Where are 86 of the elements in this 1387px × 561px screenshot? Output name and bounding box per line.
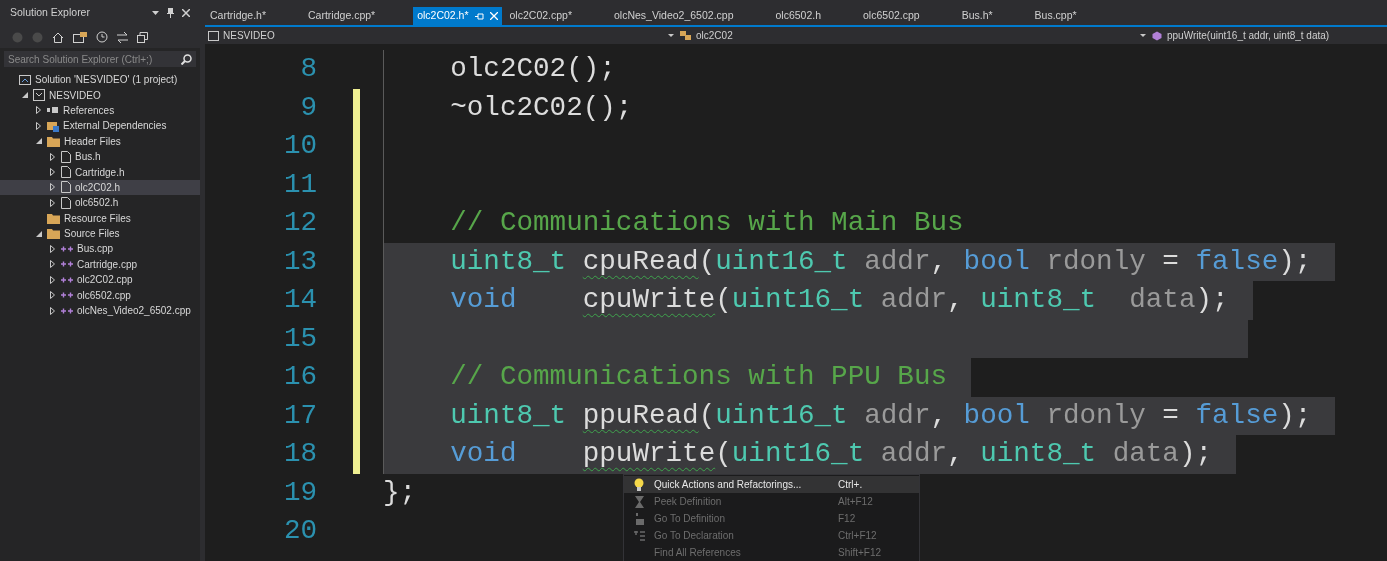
folder-icon bbox=[47, 228, 60, 240]
close-icon[interactable] bbox=[182, 9, 190, 17]
declaration-icon bbox=[633, 530, 645, 541]
solution-icon bbox=[19, 73, 31, 86]
file-icon bbox=[61, 150, 71, 163]
file-icon bbox=[61, 181, 71, 194]
collapse-all-icon[interactable] bbox=[137, 31, 148, 43]
cpp-file-icon bbox=[61, 246, 73, 252]
line-number: 15 bbox=[282, 321, 317, 356]
pin-icon[interactable] bbox=[474, 12, 484, 20]
editor-tab[interactable]: Cartridge.h* bbox=[206, 7, 271, 25]
tree-item[interactable]: Bus.cpp bbox=[0, 241, 200, 257]
tree-item[interactable]: olc2C02.h bbox=[0, 179, 200, 196]
folder-icon bbox=[47, 135, 60, 147]
line-number: 12 bbox=[282, 206, 317, 240]
code-line: ~olc2C02(); bbox=[449, 90, 634, 125]
class-icon bbox=[680, 30, 692, 41]
line-number: 17 bbox=[282, 398, 317, 433]
project-dropdown[interactable]: NESVIDEO bbox=[205, 27, 677, 44]
sync-view-icon[interactable] bbox=[73, 31, 87, 43]
home-icon[interactable] bbox=[52, 31, 64, 43]
line-number: 9 bbox=[299, 90, 317, 125]
editor-tab[interactable]: Bus.h* bbox=[957, 7, 997, 25]
lightbulb-icon bbox=[634, 477, 644, 492]
menu-item[interactable]: Quick Actions and Refactorings... Ctrl+. bbox=[624, 476, 919, 493]
sync-arrows-icon[interactable] bbox=[117, 31, 128, 43]
expanded-arrow-icon[interactable] bbox=[35, 138, 42, 145]
dependencies-icon bbox=[47, 119, 59, 132]
method-icon bbox=[1152, 30, 1162, 41]
line-number: 11 bbox=[282, 167, 317, 202]
code-line: // Communications with Main Bus bbox=[449, 206, 965, 240]
search-icon[interactable] bbox=[181, 53, 192, 65]
cpp-file-icon bbox=[61, 292, 73, 299]
dropdown-icon bbox=[1140, 34, 1146, 37]
line-number: 16 bbox=[282, 360, 317, 394]
references-icon bbox=[47, 106, 59, 115]
editor-tab[interactable]: olc2C02.cpp* bbox=[505, 7, 576, 25]
tree-item[interactable]: NESVIDEO bbox=[0, 87, 200, 103]
folder-icon bbox=[47, 212, 60, 224]
tree-item[interactable]: olc2C02.cpp bbox=[0, 272, 200, 288]
line-number: 20 bbox=[282, 514, 317, 548]
cpp-file-icon bbox=[61, 261, 73, 268]
file-icon bbox=[61, 196, 71, 209]
editor-tab[interactable]: olc6502.cpp bbox=[859, 7, 924, 25]
scope-dropdown[interactable]: olc2C02 bbox=[677, 27, 1149, 44]
editor-tab[interactable]: olc2C02.h* bbox=[413, 7, 502, 25]
editor-tab[interactable]: olcNes_Video2_6502.cpp bbox=[610, 7, 738, 25]
search-field[interactable]: Search Solution Explorer (Ctrl+;) bbox=[4, 51, 196, 67]
line-number: 14 bbox=[282, 283, 317, 317]
tree-item[interactable]: Cartridge.cpp bbox=[0, 256, 200, 273]
tree-item[interactable]: Solution 'NESVIDEO' (1 project) bbox=[0, 72, 200, 88]
line-number: 8 bbox=[299, 52, 317, 86]
tree-item[interactable]: External Dependencies bbox=[0, 118, 200, 134]
member-dropdown[interactable]: ppuWrite(uint16_t addr, uint8_t data) bbox=[1149, 27, 1387, 44]
project-icon bbox=[208, 30, 219, 41]
dropdown-icon bbox=[668, 34, 674, 37]
code-line: }; bbox=[383, 475, 418, 510]
expanded-arrow-icon[interactable] bbox=[21, 92, 28, 99]
line-number: 13 bbox=[282, 244, 317, 279]
cpp-file-icon bbox=[61, 307, 73, 314]
tree-item[interactable]: olc6502.h bbox=[0, 195, 200, 211]
tree-item[interactable]: Source Files bbox=[0, 225, 200, 242]
history-icon[interactable] bbox=[96, 31, 108, 43]
editor-tab[interactable]: Bus.cpp* bbox=[1030, 7, 1081, 25]
definition-icon bbox=[634, 512, 644, 525]
tree-item[interactable]: References bbox=[0, 102, 200, 119]
file-icon bbox=[61, 166, 71, 179]
code-line: olc2C02(); bbox=[449, 52, 617, 86]
tree-item[interactable]: olcNes_Video2_6502.cpp bbox=[0, 302, 200, 319]
line-number: 18 bbox=[282, 437, 317, 471]
cpp-file-icon bbox=[61, 276, 73, 283]
panel-title: Solution Explorer bbox=[10, 5, 90, 21]
peek-icon bbox=[634, 495, 644, 508]
tree-item[interactable]: Resource Files bbox=[0, 210, 200, 226]
editor-tab[interactable]: Cartridge.cpp* bbox=[304, 7, 380, 25]
editor-tab[interactable]: olc6502.h bbox=[771, 7, 826, 25]
expanded-arrow-icon[interactable] bbox=[35, 230, 42, 237]
pin-icon[interactable] bbox=[167, 8, 174, 18]
project-icon bbox=[33, 89, 45, 102]
tree-item[interactable]: Header Files bbox=[0, 133, 200, 149]
tree-item[interactable]: olc6502.cpp bbox=[0, 287, 200, 303]
tree-item[interactable]: Cartridge.h bbox=[0, 164, 200, 180]
tree-item[interactable]: Bus.h bbox=[0, 148, 200, 165]
dropdown-icon[interactable] bbox=[152, 11, 159, 15]
line-number: 19 bbox=[282, 475, 317, 510]
line-number: 10 bbox=[282, 129, 317, 163]
